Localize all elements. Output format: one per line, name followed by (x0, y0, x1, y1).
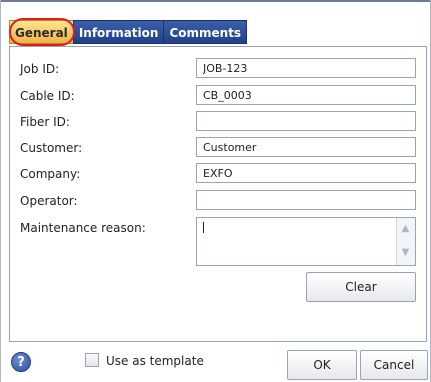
cable-id-field[interactable] (196, 85, 416, 105)
fiber-id-label: Fiber ID: (20, 115, 70, 129)
fiber-id-field[interactable] (196, 111, 416, 131)
job-id-label: Job ID: (20, 62, 60, 76)
customer-field[interactable] (196, 137, 416, 157)
use-as-template-label: Use as template (106, 354, 204, 368)
cancel-button[interactable]: Cancel (360, 350, 428, 380)
company-row: Company: (10, 163, 426, 187)
use-as-template-checkbox[interactable] (85, 353, 99, 367)
tab-bar: General Information Comments (9, 20, 248, 46)
operator-label: Operator: (20, 194, 78, 208)
text-caret (203, 222, 204, 233)
tab-general[interactable]: General (9, 20, 74, 44)
job-id-row: Job ID: (10, 58, 426, 82)
company-label: Company: (20, 167, 81, 181)
job-id-field[interactable] (196, 58, 416, 78)
window-top-border (0, 0, 431, 2)
ok-button[interactable]: OK (287, 350, 357, 380)
fiber-id-row: Fiber ID: (10, 111, 426, 135)
customer-label: Customer: (20, 141, 83, 155)
scroll-up-icon[interactable]: ▲ (397, 218, 414, 240)
general-panel: Job ID: Cable ID: Fiber ID: Customer: Co… (9, 46, 427, 342)
clear-button[interactable]: Clear (306, 272, 416, 302)
window-left-border (0, 0, 1, 382)
maintenance-reason-row: Maintenance reason: ▲ ▼ (10, 217, 426, 267)
maintenance-reason-textarea[interactable]: ▲ ▼ (196, 217, 416, 266)
help-icon[interactable]: ? (11, 352, 31, 372)
scroll-down-icon[interactable]: ▼ (397, 242, 414, 264)
maintenance-reason-label: Maintenance reason: (20, 221, 146, 235)
customer-row: Customer: (10, 137, 426, 161)
cable-id-row: Cable ID: (10, 85, 426, 109)
dialog-footer: ? Use as template OK Cancel (0, 342, 431, 382)
company-field[interactable] (196, 163, 416, 183)
cable-id-label: Cable ID: (20, 89, 75, 103)
tab-information[interactable]: Information (72, 20, 165, 44)
textarea-scrollbar[interactable]: ▲ ▼ (396, 218, 415, 265)
operator-row: Operator: (10, 190, 426, 214)
operator-field[interactable] (196, 190, 416, 210)
tab-comments[interactable]: Comments (163, 20, 248, 44)
